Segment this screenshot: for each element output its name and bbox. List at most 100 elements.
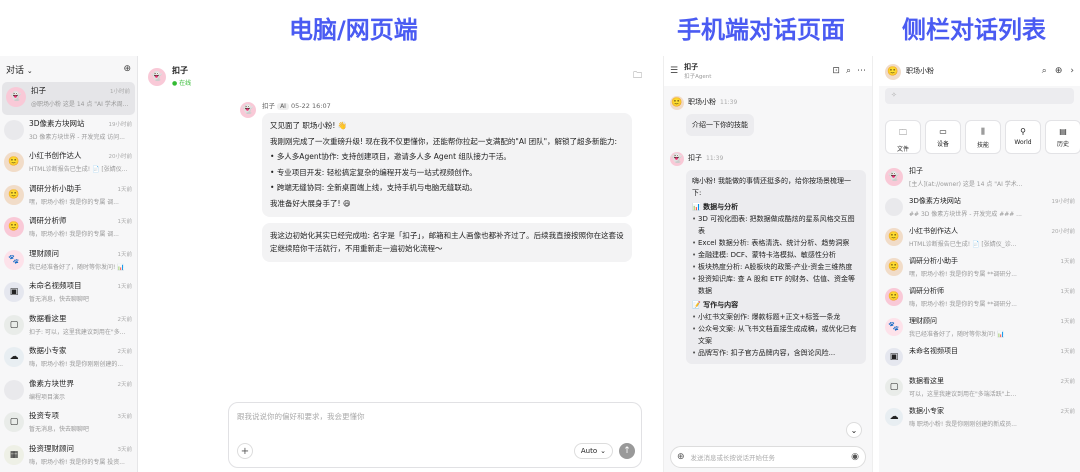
search-icon[interactable]: ⌕ bbox=[846, 66, 851, 76]
conversation-item[interactable]: 👻 扣子 @职场小粉 这是 14 点 "AI 学术周... 1小时前 bbox=[2, 82, 135, 115]
conversation-avatar: 👻 bbox=[6, 87, 26, 107]
ai-badge: AI bbox=[277, 103, 289, 110]
conversation-item[interactable]: 🙂 小红书创作达人 HTML诊断报告已生成! 📄 [张婧仪_诊... 20小时前 bbox=[879, 222, 1080, 252]
mobile-subtitle: 扣子Agent bbox=[684, 74, 712, 80]
user-avatar[interactable]: 🙂 bbox=[885, 64, 901, 80]
conversation-item[interactable]: ☁ 数据小专家 嗨 职场小粉! 我是你刚刚创建的新成员... 2天前 bbox=[879, 402, 1080, 432]
chat-status: ● 在线 bbox=[172, 80, 192, 87]
conversation-list: 👻 扣子 @职场小粉 这是 14 点 "AI 学术周... 1小时前 3D像素方… bbox=[0, 82, 137, 472]
conversation-item[interactable]: ▣ 未命名视频项目 暂无消息，快去聊聊吧 1天前 bbox=[0, 277, 137, 310]
conversation-preview: 嗨 职场小粉! 我是你刚刚创建的新成员... bbox=[909, 421, 1017, 428]
search-icon[interactable]: ⌕ bbox=[1042, 66, 1047, 76]
quick-skills[interactable]: ⫼ 技能 bbox=[965, 120, 1001, 154]
mobile-message-input[interactable]: ⊕ 发送消息或长按说话开始任务 ◉ bbox=[670, 446, 866, 468]
folder-icon[interactable]: 🗀 bbox=[633, 68, 642, 84]
folder-icon: 🗀 bbox=[899, 128, 907, 137]
user-message-bubble: 介绍一下你的技能 bbox=[686, 114, 754, 136]
list-item: Excel 数据分析: 表格清洗、统计分析、趋势洞察 bbox=[692, 237, 860, 249]
conversation-preview: 嗨，职场小粉! 我是你的专属 **调研分... bbox=[909, 301, 1017, 308]
user-name: 职场小粉 bbox=[906, 67, 934, 75]
conversation-item[interactable]: 3D像素方块网站 3D 像素方块世界 - 开发完成 访问... 19小时前 bbox=[0, 115, 137, 148]
message-bubble: 我这边初始化其实已经完成啦: 名字是「扣子」，邮箱和主人画像也都补齐过了。后续我… bbox=[262, 223, 632, 262]
conversation-time: 19小时前 bbox=[108, 121, 133, 128]
conversation-avatar: 🙂 bbox=[4, 217, 24, 237]
chevron-right-icon[interactable]: › bbox=[1070, 66, 1074, 76]
new-chat-icon[interactable]: ⊕ bbox=[1055, 66, 1063, 76]
folder-icon[interactable]: ⊡ bbox=[832, 66, 840, 76]
conversation-item[interactable]: ▢ 数据看这里 可以，这里我建议到用在"多端活跃"上... 2天前 bbox=[879, 372, 1080, 402]
quick-history[interactable]: ▤ 历史 bbox=[1045, 120, 1080, 154]
world-icon: ⚲ bbox=[1020, 127, 1026, 136]
quick-files[interactable]: 🗀 文件 bbox=[885, 120, 921, 154]
plus-icon[interactable]: + bbox=[237, 443, 253, 459]
conversation-preview: HTML诊断报告已生成! 📄 [张婧仪_诊... bbox=[909, 241, 1017, 248]
message-input[interactable]: 跟我说说你的偏好和要求，我会更懂你 + Auto ⌄ ↑ bbox=[228, 402, 642, 468]
conversation-time: 3天前 bbox=[117, 414, 133, 420]
list-item: 小红书文案创作: 爆款标题+正文+标签一条龙 bbox=[692, 311, 860, 323]
list-item: 公众号文案: 从飞书文档直接生成成稿，或优化已有文案 bbox=[692, 323, 860, 347]
conversation-item[interactable]: 🙂 小红书创作达人 HTML诊断报告已生成! 📄 [张婧仪... 20小时前 bbox=[0, 147, 137, 180]
conversation-preview: 编程项目演示 bbox=[29, 393, 66, 401]
conversation-preview: 扣子: 可以，这里我建议到用在"多... bbox=[29, 328, 126, 336]
mobile-title: 扣子 bbox=[684, 63, 699, 71]
conversation-time: 1天前 bbox=[117, 251, 133, 258]
conversation-title: 调研分析小助手 bbox=[909, 257, 958, 265]
message-line: 我刚刚完成了一次重磅升级! 现在我不仅更懂你，还能帮你拉起一支满配的"AI 团队… bbox=[270, 136, 618, 146]
conversation-item[interactable]: ▢ 数据看这里 扣子: 可以，这里我建议到用在"多... 2天前 bbox=[0, 310, 137, 343]
conversation-item[interactable]: 像素方块世界 编程项目演示 2天前 bbox=[0, 375, 137, 408]
conversation-item[interactable]: 3D像素方块网站 ## 3D 像素方块世界 - 开发完成 ### ... 19小… bbox=[879, 192, 1080, 222]
conversation-item[interactable]: 🙂 调研分析师 嗨，职场小粉! 我是你的专属 **调研分... 1天前 bbox=[879, 282, 1080, 312]
conversation-avatar bbox=[885, 198, 903, 216]
list-item: 金融建模: DCF、蒙特卡洛模拟、敏感性分析 bbox=[692, 249, 860, 261]
model-select[interactable]: Auto ⌄ bbox=[573, 443, 613, 459]
conversation-item[interactable]: ▣ 未命名视频项目 1天前 bbox=[879, 342, 1080, 372]
conversation-avatar bbox=[4, 379, 24, 400]
input-placeholder: 发送消息或长按说话开始任务 bbox=[690, 454, 776, 462]
device-icon: ▭ bbox=[939, 127, 947, 136]
conversation-title: 未命名视频项目 bbox=[909, 347, 958, 355]
conversation-item[interactable]: 👻 扣子 [主人](at://owner) 这是 14 点 "AI 学术... bbox=[879, 162, 1080, 192]
user-avatar: 🙂 bbox=[670, 96, 684, 110]
bot-avatar: 👻 bbox=[148, 68, 166, 86]
more-icon[interactable]: ⋯ bbox=[857, 66, 866, 76]
conversation-time: 20小时前 bbox=[108, 154, 133, 160]
prompt-bar[interactable]: ✧ bbox=[885, 88, 1074, 104]
conversation-item[interactable]: 🐾 理财顾问 我已经准备好了，随时等你发问! 📊 1天前 bbox=[0, 245, 137, 278]
quick-world[interactable]: ⚲ World bbox=[1005, 120, 1041, 154]
conversation-time: 1天前 bbox=[117, 219, 133, 225]
conversation-time: 1天前 bbox=[117, 284, 133, 290]
conversation-time: 2天前 bbox=[117, 349, 133, 355]
message-meta: 扣子 AI 05-22 16:07 bbox=[262, 102, 331, 110]
conversation-item[interactable]: ▦ 投资理财顾问 嗨，职场小粉! 我是你的专属 投资... 3天前 bbox=[0, 440, 137, 472]
conversation-avatar: ▣ bbox=[4, 282, 24, 302]
conversation-item[interactable]: 🙂 调研分析小助手 嘿，职场小粉! 我是你的专属 **调研分... 1天前 bbox=[879, 252, 1080, 282]
conversation-time: 20小时前 bbox=[1051, 229, 1076, 235]
menu-icon[interactable]: ☰ bbox=[670, 66, 678, 76]
message-bullet: • 跨端无缝协同: 全新桌面端上线，支持手机与电脑无缝联动。 bbox=[270, 183, 477, 192]
conversation-item[interactable]: 🐾 理财顾问 我已经准备好了，随时等你发问! 📊 1天前 bbox=[879, 312, 1080, 342]
new-chat-icon[interactable]: ⊕ bbox=[123, 64, 131, 74]
conversation-time: 2天前 bbox=[117, 316, 133, 323]
conversation-item[interactable]: 🙂 调研分析师 嗨，职场小粉! 我是你的专属 调... 1天前 bbox=[0, 212, 137, 245]
heading-desktop: 电脑/网页端 bbox=[289, 16, 418, 44]
conversation-title: 扣子 bbox=[909, 167, 923, 175]
conversation-time: 1天前 bbox=[1060, 289, 1076, 295]
voice-icon[interactable]: ◉ bbox=[851, 452, 859, 462]
conversation-preview: [主人](at://owner) 这是 14 点 "AI 学术... bbox=[909, 181, 1023, 188]
conversation-preview: 暂无消息，快去聊聊吧 bbox=[29, 426, 90, 433]
conversation-item[interactable]: ☁ 数据小专家 嗨，职场小粉! 我是你刚刚创建的... 2天前 bbox=[0, 342, 137, 375]
conversation-item[interactable]: 🙂 调研分析小助手 嘿，职场小粉! 我是你的专属 调... 1天前 bbox=[0, 180, 137, 213]
side-conversation-list: 👻 扣子 [主人](at://owner) 这是 14 点 "AI 学术... … bbox=[879, 162, 1080, 432]
sidebar-user-header: 🙂 职场小粉 ⌕ ⊕ › bbox=[879, 56, 1080, 86]
desktop-chat: 👻 扣子 ● 在线 🗀 👻 扣子 AI 05-22 16:07 又见面了 职场小… bbox=[140, 56, 650, 472]
conversation-time: 1天前 bbox=[1060, 349, 1076, 355]
plus-icon[interactable]: ⊕ bbox=[677, 452, 685, 462]
bot-message-meta: 👻 扣子 11:39 bbox=[670, 152, 724, 166]
conversation-item[interactable]: ▢ 投资专项 暂无消息，快去聊聊吧 3天前 bbox=[0, 407, 137, 440]
quick-device[interactable]: ▭ 设备 bbox=[925, 120, 961, 154]
send-button[interactable]: ↑ bbox=[619, 443, 635, 459]
sidebar-title[interactable]: 对话 ⌄ bbox=[6, 63, 33, 76]
conversation-preview: HTML诊断报告已生成! 📄 [张婧仪... bbox=[29, 166, 128, 173]
conversation-avatar: ▦ bbox=[4, 444, 24, 465]
scroll-down-button[interactable]: ⌄ bbox=[846, 422, 862, 438]
